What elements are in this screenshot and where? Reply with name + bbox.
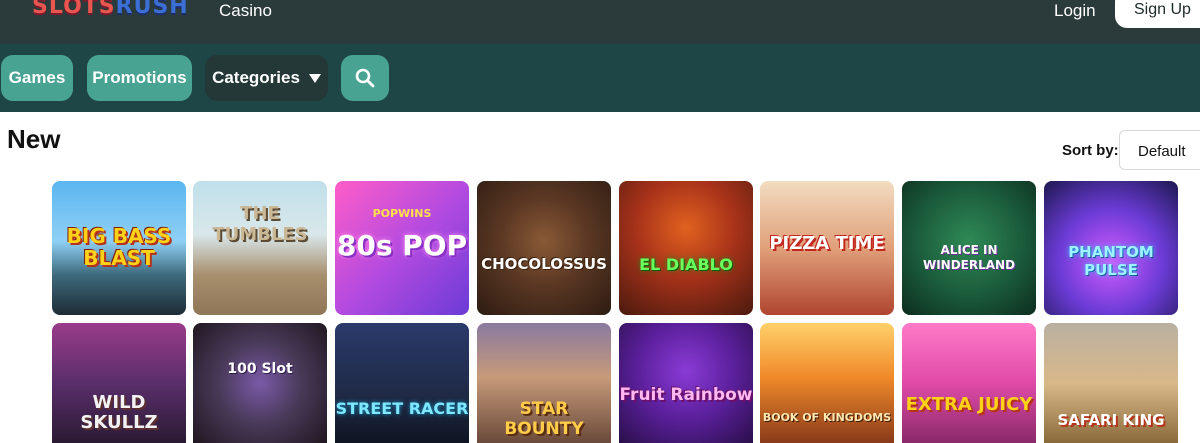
- game-tile-phantom-pulse[interactable]: PHANTOM PULSE: [1044, 181, 1178, 315]
- game-tile-alice-in-winderland[interactable]: ALICE IN WINDERLAND: [902, 181, 1036, 315]
- caret-down-icon: [308, 73, 321, 83]
- sort-label: Sort by:: [1062, 142, 1119, 159]
- game-title: 80s POP: [336, 229, 468, 262]
- promotions-button-label: Promotions: [92, 68, 187, 87]
- login-link[interactable]: Login: [1054, 1, 1096, 21]
- section-title: New: [7, 124, 61, 154]
- game-tile-100-slot[interactable]: 100 Slot: [193, 323, 327, 443]
- game-title: EL DIABLO: [639, 255, 733, 274]
- category-nav: Games Promotions Categories: [0, 44, 1200, 112]
- game-title: PHANTOM PULSE: [1068, 243, 1154, 279]
- game-title: PIZZA TIME: [769, 233, 885, 254]
- game-tile-big-bass-blast[interactable]: BIG BASS BLAST: [52, 181, 186, 315]
- game-tile-el-diablo[interactable]: EL DIABLO: [619, 181, 753, 315]
- game-provider: POPWINS: [372, 207, 432, 220]
- game-tile-80s-pop[interactable]: POPWINS 80s POP: [335, 181, 469, 315]
- categories-dropdown-label: Categories: [212, 68, 300, 87]
- game-title: BOOK OF KINGDOMS: [762, 411, 892, 424]
- game-title: STREET RACER: [335, 399, 469, 418]
- search-icon: [355, 68, 375, 88]
- top-bar: SLOTSRUSH Casino Login Sign Up: [0, 0, 1200, 44]
- game-title: THE TUMBLES: [212, 203, 308, 245]
- game-tile-book-of-kingdoms[interactable]: BOOK OF KINGDOMS: [760, 323, 894, 443]
- game-tile-the-tumbles[interactable]: THE TUMBLES: [193, 181, 327, 315]
- game-title: SAFARI KING: [1057, 411, 1165, 429]
- site-logo[interactable]: SLOTSRUSH: [32, 0, 189, 19]
- game-title: WILD SKULLZ: [80, 392, 158, 433]
- game-tile-fruit-rainbow[interactable]: Fruit Rainbow: [619, 323, 753, 443]
- game-tile-wild-skullz[interactable]: WILD SKULLZ: [52, 323, 186, 443]
- promotions-button[interactable]: Promotions: [87, 55, 192, 101]
- game-tile-extra-juicy[interactable]: EXTRA JUICY: [902, 323, 1036, 443]
- games-button-label: Games: [8, 68, 66, 87]
- game-tile-safari-king[interactable]: SAFARI KING: [1044, 323, 1178, 443]
- game-title: BIG BASS BLAST: [66, 224, 172, 270]
- game-title: Fruit Rainbow: [619, 385, 753, 405]
- game-title: EXTRA JUICY: [905, 394, 1033, 415]
- sort-select[interactable]: Default: [1119, 130, 1200, 170]
- game-title: ALICE IN WINDERLAND: [922, 243, 1016, 272]
- game-tile-street-racer[interactable]: STREET RACER: [335, 323, 469, 443]
- game-title: 100 Slot: [227, 361, 293, 377]
- search-button[interactable]: [341, 55, 389, 101]
- game-title: STAR BOUNTY: [504, 399, 584, 439]
- game-tile-star-bounty[interactable]: STAR BOUNTY: [477, 323, 611, 443]
- signup-button[interactable]: Sign Up: [1115, 0, 1200, 28]
- game-tile-pizza-time[interactable]: PIZZA TIME: [760, 181, 894, 315]
- game-tile-chocolossus[interactable]: CHOCOLOSSUS: [477, 181, 611, 315]
- games-button[interactable]: Games: [1, 55, 73, 101]
- game-title: CHOCOLOSSUS: [481, 255, 607, 273]
- categories-dropdown[interactable]: Categories: [205, 55, 328, 101]
- nav-casino-link[interactable]: Casino: [219, 1, 272, 21]
